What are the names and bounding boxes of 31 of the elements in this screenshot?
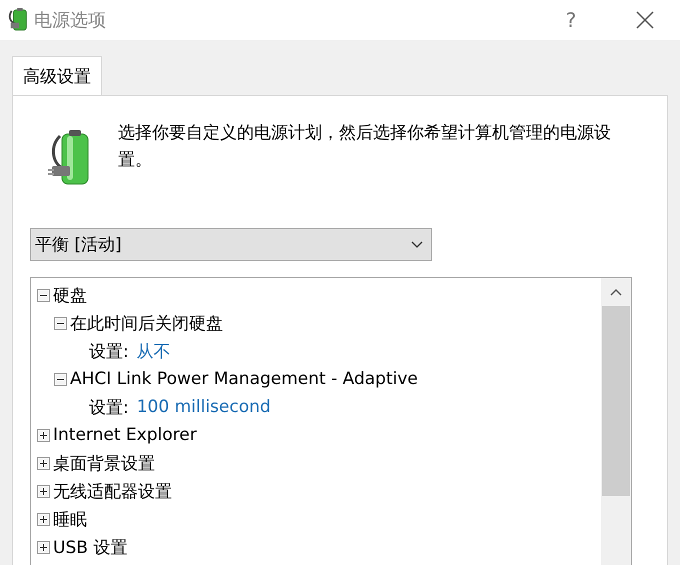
- expander-icon[interactable]: [37, 512, 50, 526]
- battery-plug-icon: [8, 7, 30, 33]
- expander-icon[interactable]: [37, 288, 50, 302]
- plan-dropdown[interactable]: 平衡 [活动]: [30, 228, 432, 261]
- help-button[interactable]: ?: [556, 8, 586, 32]
- expander-icon[interactable]: [54, 372, 67, 386]
- tree-item[interactable]: 在此时间后关闭硬盘: [70, 312, 223, 334]
- expander-icon[interactable]: [37, 428, 50, 442]
- tree-item[interactable]: USB 设置: [53, 536, 128, 558]
- window-title: 电源选项: [34, 9, 106, 32]
- setting-value-link[interactable]: 从不: [136, 340, 171, 362]
- tree-item[interactable]: AHCI Link Power Management - Adaptive: [70, 369, 418, 389]
- tree-item[interactable]: 睡眠: [53, 508, 87, 530]
- setting-label: 设置:: [89, 396, 129, 418]
- tree-item[interactable]: Internet Explorer: [53, 425, 197, 445]
- tab[interactable]: 高级设置: [12, 56, 102, 95]
- chevron-down-icon: [411, 240, 423, 248]
- expander-icon[interactable]: [37, 456, 50, 470]
- scroll-thumb[interactable]: [602, 306, 630, 496]
- tree-item[interactable]: 无线适配器设置: [53, 480, 172, 502]
- close-icon: [636, 11, 654, 29]
- scrollbar[interactable]: [601, 278, 631, 565]
- expander-icon[interactable]: [37, 484, 50, 498]
- tree-item[interactable]: 桌面背景设置: [53, 452, 155, 474]
- scroll-up-icon[interactable]: [610, 288, 622, 296]
- setting-value-link[interactable]: 100 millisecond: [136, 397, 271, 417]
- setting-label: 设置:: [89, 340, 129, 362]
- description-text: 选择你要自定义的电源计划，然后选择你希望计算机管理的电源设置。: [118, 122, 612, 172]
- expander-icon[interactable]: [54, 316, 67, 330]
- expander-icon[interactable]: [37, 540, 50, 554]
- tree-item[interactable]: 硬盘: [53, 284, 87, 306]
